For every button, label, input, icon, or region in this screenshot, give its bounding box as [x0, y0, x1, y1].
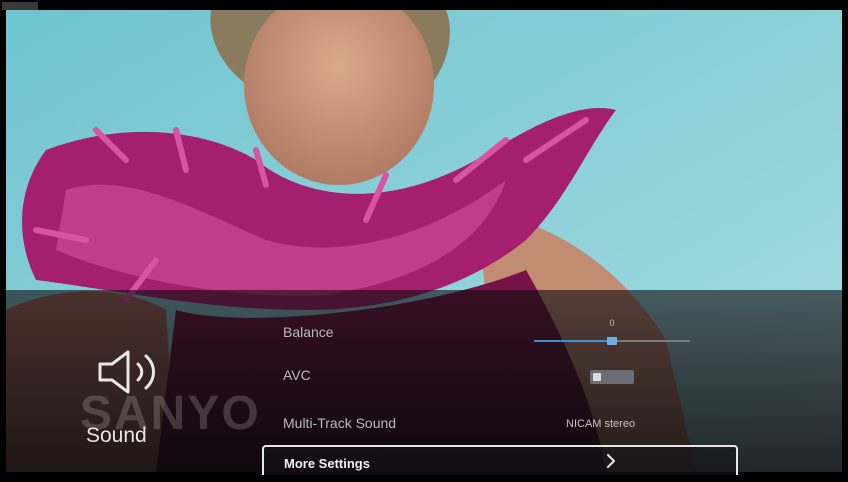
balance-slider-fill: [534, 340, 612, 342]
balance-label: Balance: [283, 324, 334, 340]
corner-logo: [2, 2, 38, 10]
chevron-right-icon: [607, 454, 615, 468]
speaker-icon: [98, 350, 155, 394]
avc-label: AVC: [283, 367, 311, 383]
balance-slider-thumb[interactable]: [607, 337, 617, 345]
tv-screen: SANYO Sound Balance 0 AVC Multi-Track So…: [0, 0, 848, 482]
balance-slider[interactable]: [534, 337, 690, 345]
multi-track-sound-label: Multi-Track Sound: [283, 415, 397, 431]
more-settings-label: More Settings: [284, 456, 370, 471]
avc-toggle[interactable]: [590, 370, 634, 384]
more-settings-button[interactable]: More Settings: [262, 445, 738, 475]
balance-value: 0: [609, 318, 615, 328]
multi-track-sound-value[interactable]: NICAM stereo: [566, 418, 635, 430]
category-title: Sound: [86, 424, 147, 447]
avc-toggle-knob: [593, 373, 601, 381]
